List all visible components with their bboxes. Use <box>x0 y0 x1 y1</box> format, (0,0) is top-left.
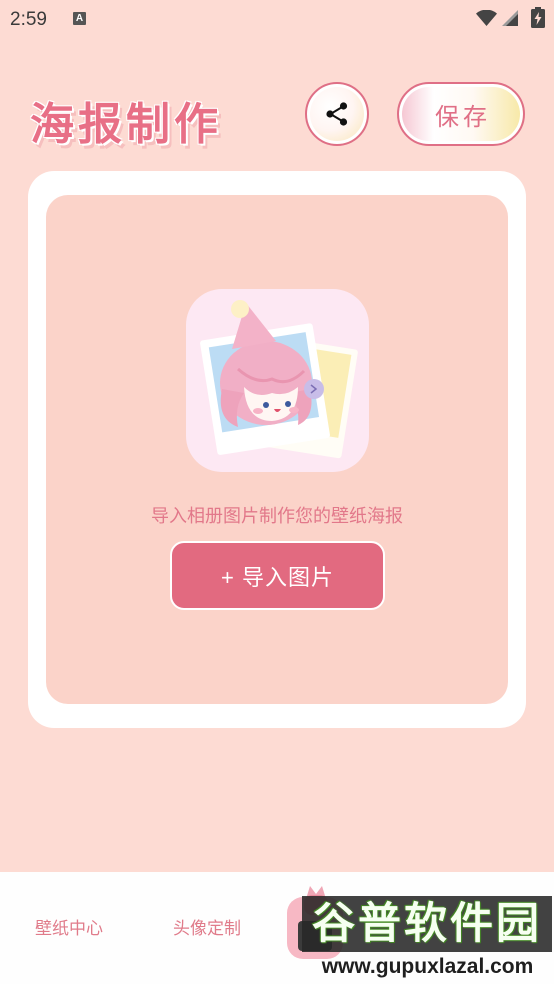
wifi-icon <box>476 10 497 26</box>
page-title: 海报制作 <box>30 100 222 149</box>
polaroid-photo-girl-illustration <box>186 289 369 472</box>
nav-item-wallpaper-center[interactable]: 壁纸中心 <box>19 916 119 942</box>
watermark-logo-text: 谷普软件园 <box>312 900 542 948</box>
poster-maker-screen: 2:59 A 海报制作 保存 导入相册图片制作您的壁纸海报 + 导入图片 壁纸中… <box>0 0 554 984</box>
status-time: 2:59 <box>10 9 47 30</box>
import-image-label: + 导入图片 <box>221 564 334 590</box>
a-notification-icon: A <box>73 12 86 25</box>
import-image-button[interactable]: + 导入图片 <box>170 541 385 610</box>
save-button[interactable]: 保存 <box>397 82 525 146</box>
signal-icon <box>502 10 518 26</box>
share-icon <box>326 102 348 126</box>
battery-charging-icon <box>531 7 545 28</box>
import-hint-text: 导入相册图片制作您的壁纸海报 <box>151 506 403 526</box>
nav-item-avatar-custom[interactable]: 头像定制 <box>157 916 257 942</box>
watermark-url: www.gupuxlazal.com <box>321 955 534 978</box>
save-button-label: 保存 <box>435 103 491 131</box>
share-button[interactable] <box>305 82 369 146</box>
